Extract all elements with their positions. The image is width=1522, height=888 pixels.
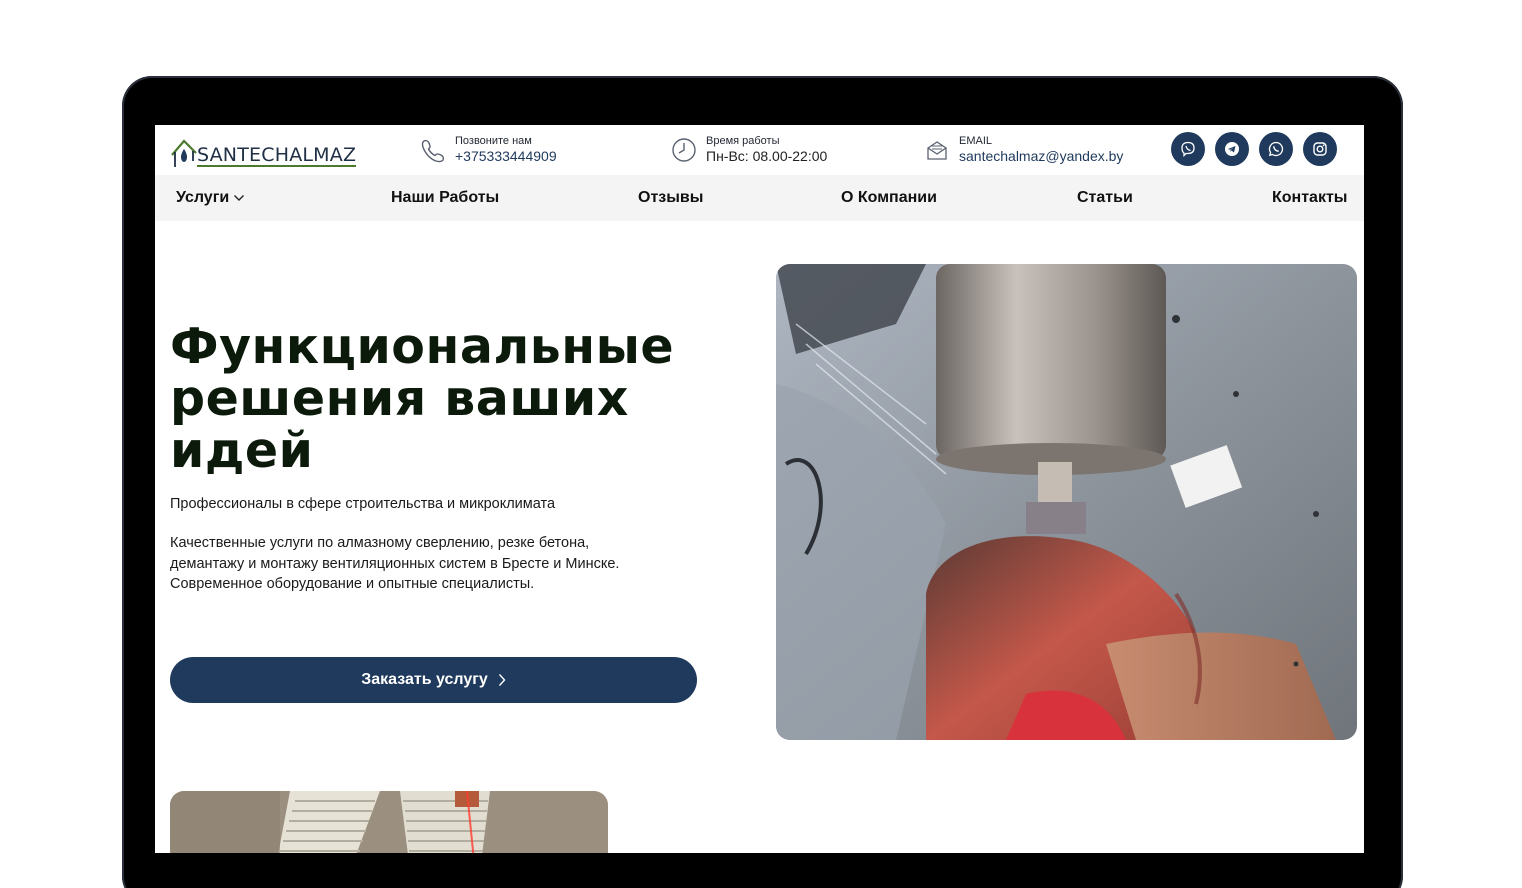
nav-item-reviews[interactable]: Отзывы [638,189,703,207]
phone-icon [421,139,445,163]
email-label: EMAIL [959,135,993,147]
telegram-button[interactable] [1215,132,1249,166]
instagram-button[interactable] [1303,132,1337,166]
nav-item-label: Статьи [1077,189,1133,206]
order-service-button[interactable]: Заказать услугу [170,657,697,703]
order-service-label: Заказать услугу [361,671,488,688]
mail-icon [927,141,947,160]
nav-item-label: Отзывы [638,189,704,206]
hero-description: Качественные услуги по алмазному сверлен… [170,533,670,595]
social-links [1171,132,1337,166]
nav-item-services[interactable]: Услуги [176,189,245,207]
working-hours: Время работы Пн-Вс: 08.00-22:00 [670,135,827,165]
telegram-icon [1225,142,1239,156]
nav-item-label: Контакты [1272,189,1348,206]
hero-title-line: идей [170,422,314,479]
hero-desc-line: демантажу и монтажу вентиляционных систе… [170,555,620,572]
whatsapp-button[interactable] [1259,132,1293,166]
hours-value: Пн-Вс: 08.00-22:00 [706,148,828,164]
nav-item-articles[interactable]: Статьи [1077,189,1133,207]
nav-item-our-works[interactable]: Наши Работы [391,189,499,207]
hero-desc-line: Качественные услуги по алмазному сверлен… [170,535,590,551]
instagram-icon [1313,142,1327,156]
browser-screen: SANTECHALMAZ Позвоните нам +375333444909… [155,125,1364,853]
viber-icon [1181,141,1195,157]
email-contact[interactable]: EMAIL santechalmaz@yandex.by [923,135,1123,165]
chevron-down-icon [234,195,245,201]
site-logo[interactable]: SANTECHALMAZ [169,131,357,169]
nav-item-label: Услуги [176,189,230,206]
nav-item-label: Наши Работы [391,189,500,206]
phone-label: Позвоните нам [455,135,532,147]
hero-drilling-photo [776,264,1357,740]
hero-title-line: решения ваших [170,370,629,427]
email-value[interactable]: santechalmaz@yandex.by [959,148,1123,165]
main-navigation: Услуги Наши Работы Отзывы О Компании Ста… [155,175,1364,221]
phone-contact[interactable]: Позвоните нам +375333444909 [419,135,557,165]
hero-subtitle: Профессионалы в сфере строительства и ми… [170,496,556,512]
works-preview-photo [170,791,608,853]
phone-value[interactable]: +375333444909 [455,148,557,165]
nav-item-label: О Компании [841,189,937,206]
top-info-bar: SANTECHALMAZ Позвоните нам +375333444909… [155,125,1364,175]
whatsapp-icon [1268,141,1284,157]
hero-desc-line: Современное оборудование и опытные специ… [170,576,535,592]
hero-title: Функциональные решения ваших идей [170,321,750,477]
logo-house-drop-icon [171,139,197,167]
ventilation-illustration [170,791,608,853]
chevron-right-icon [498,674,506,686]
nav-item-about[interactable]: О Компании [841,189,937,207]
nav-item-contacts[interactable]: Контакты [1272,189,1347,207]
drilling-illustration [776,264,1357,740]
hero-title-line: Функциональные [170,318,675,375]
viber-button[interactable] [1171,132,1205,166]
logo-text: SANTECHALMAZ [197,144,357,167]
clock-icon [672,138,696,162]
hours-label: Время работы [706,135,780,147]
